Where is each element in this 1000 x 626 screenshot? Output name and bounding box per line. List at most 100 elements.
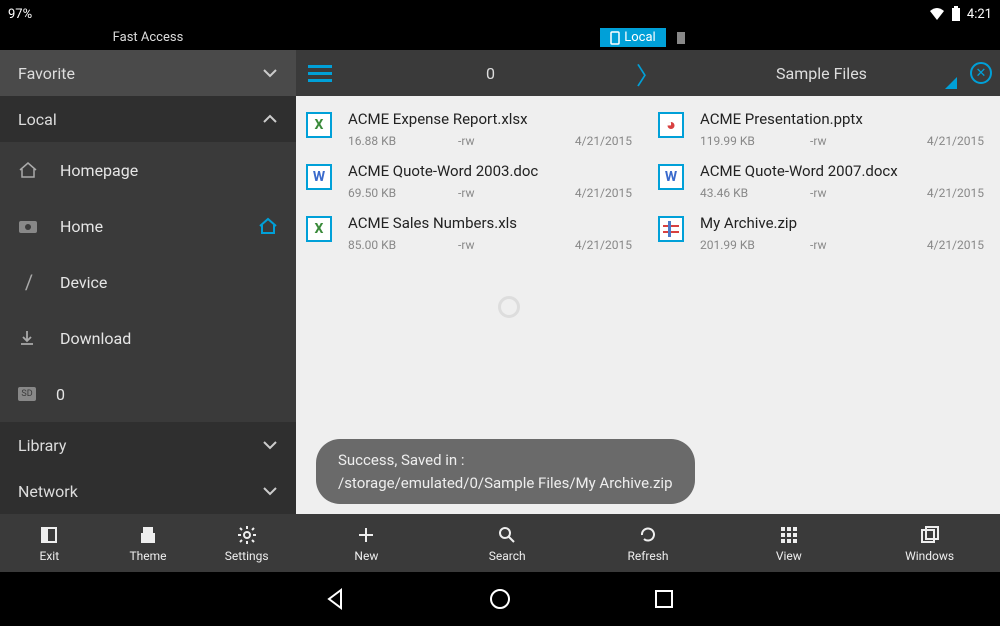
file-date: 4/21/2015 [920, 134, 990, 148]
file-permissions: -rw [458, 238, 568, 252]
nav-recents-button[interactable] [652, 587, 676, 611]
gear-icon [237, 523, 257, 547]
breadcrumb-separator-icon: 〉 [636, 56, 660, 91]
file-item[interactable]: XACME Expense Report.xlsx16.88 KB-rw4/21… [306, 106, 638, 158]
button-label: Exit [40, 549, 60, 563]
sidebar-item-device[interactable]: / Device [0, 254, 296, 310]
file-meta: 201.99 KB-rw4/21/2015 [700, 238, 990, 252]
file-name: ACME Quote-Word 2007.docx [700, 162, 990, 180]
android-statusbar: 97% 4:21 [0, 0, 1000, 28]
button-label: Refresh [627, 549, 668, 563]
phone-icon [610, 31, 620, 45]
bottom-toolbar: Exit Theme Settings New Search Refresh V… [0, 514, 1000, 572]
file-type-icon: ◕ [658, 112, 684, 138]
sidebar-section-local[interactable]: Local [0, 96, 296, 142]
theme-button[interactable]: Theme [99, 514, 198, 572]
search-icon [497, 523, 517, 547]
chevron-down-icon [262, 440, 278, 450]
file-item[interactable]: XACME Sales Numbers.xls85.00 KB-rw4/21/2… [306, 210, 638, 262]
sd-icon: SD [18, 387, 36, 401]
camera-icon [18, 218, 40, 234]
sidebar-item-label: Device [60, 273, 107, 292]
search-button[interactable]: Search [437, 514, 578, 572]
button-label: Search [489, 549, 526, 563]
sidebar-section-favorite[interactable]: Favorite [0, 50, 296, 96]
clock-text: 4:21 [967, 7, 992, 22]
chevron-down-icon [262, 68, 278, 78]
file-meta: 85.00 KB-rw4/21/2015 [348, 238, 638, 252]
document-icon [676, 31, 686, 45]
windows-icon [920, 523, 940, 547]
file-list-pane: XACME Expense Report.xlsx16.88 KB-rw4/21… [296, 96, 1000, 514]
sidebar-section-library[interactable]: Library [0, 422, 296, 468]
file-item[interactable]: W ACME Quote-Word 2007.docx 43.46 KB-rw4/2… [658, 158, 990, 210]
battery-percent-text: 97% [8, 7, 32, 22]
button-label: Windows [905, 549, 954, 563]
sidebar: Favorite Local Homepage Home / Device Do… [0, 50, 296, 514]
tab-secondary[interactable] [666, 29, 696, 47]
file-item[interactable]: WACME Quote-Word 2003.doc69.50 KB-rw4/21… [306, 158, 638, 210]
plus-icon [356, 523, 376, 547]
menu-icon[interactable] [308, 65, 332, 82]
exit-button[interactable]: Exit [0, 514, 99, 572]
sidebar-section-network[interactable]: Network [0, 468, 296, 514]
file-name: ACME Presentation.pptx [700, 110, 990, 128]
sidebar-item-homepage[interactable]: Homepage [0, 142, 296, 198]
button-label: View [776, 549, 802, 563]
sidebar-section-label: Favorite [18, 64, 75, 83]
file-type-icon [658, 216, 684, 242]
theme-icon [139, 523, 157, 547]
wifi-icon [929, 7, 945, 21]
file-size: 119.99 KB [700, 134, 810, 148]
file-date: 4/21/2015 [568, 238, 638, 252]
file-permissions: -rw [458, 186, 568, 200]
file-item[interactable]: My Archive.zip 201.99 KB-rw4/21/2015 [658, 210, 990, 262]
breadcrumb-root[interactable]: 0 [486, 64, 495, 83]
toast-line2: /storage/emulated/0/Sample Files/My Arch… [338, 472, 673, 495]
file-name: My Archive.zip [700, 214, 990, 232]
file-size: 201.99 KB [700, 238, 810, 252]
nav-back-button[interactable] [324, 587, 348, 611]
file-type-icon: W [306, 164, 332, 190]
button-label: New [354, 549, 378, 563]
view-button[interactable]: View [718, 514, 859, 572]
close-tab-button[interactable]: ✕ [970, 62, 992, 84]
android-navbar [0, 572, 1000, 626]
file-size: 43.46 KB [700, 186, 810, 200]
sidebar-item-label: Download [60, 329, 131, 348]
button-label: Theme [129, 549, 166, 563]
home-outline-icon [18, 161, 40, 179]
new-button[interactable]: New [296, 514, 437, 572]
sidebar-title: Fast Access [0, 30, 296, 45]
refresh-button[interactable]: Refresh [578, 514, 719, 572]
sidebar-item-home[interactable]: Home [0, 198, 296, 254]
file-permissions: -rw [458, 134, 568, 148]
sidebar-item-download[interactable]: Download [0, 310, 296, 366]
file-type-icon: W [658, 164, 684, 190]
breadcrumb-current[interactable]: Sample Files [776, 64, 867, 83]
collapse-icon[interactable] [944, 76, 958, 90]
file-item[interactable]: ◕ ACME Presentation.pptx 119.99 KB-rw4/21/… [658, 106, 990, 158]
home-active-icon [258, 217, 278, 235]
sidebar-item-label: Homepage [60, 161, 138, 180]
file-permissions: -rw [810, 134, 920, 148]
download-icon [18, 329, 40, 347]
file-size: 16.88 KB [348, 134, 458, 148]
toast-notification: Success, Saved in : /storage/emulated/0/… [316, 439, 695, 504]
file-meta: 43.46 KB-rw4/21/2015 [700, 186, 990, 200]
exit-icon [39, 523, 59, 547]
windows-button[interactable]: Windows [859, 514, 1000, 572]
sidebar-item-sdcard[interactable]: SD 0 [0, 366, 296, 422]
file-permissions: -rw [810, 238, 920, 252]
file-date: 4/21/2015 [568, 134, 638, 148]
file-permissions: -rw [810, 186, 920, 200]
settings-button[interactable]: Settings [197, 514, 296, 572]
tab-local[interactable]: Local [600, 28, 665, 47]
sidebar-section-label: Local [18, 110, 57, 129]
file-type-icon: X [306, 216, 332, 242]
tab-local-label: Local [624, 30, 655, 45]
battery-icon [951, 6, 961, 22]
path-bar: 0 〉 Sample Files ✕ [296, 50, 1000, 96]
nav-home-button[interactable] [488, 587, 512, 611]
loading-spinner-icon [498, 296, 520, 318]
